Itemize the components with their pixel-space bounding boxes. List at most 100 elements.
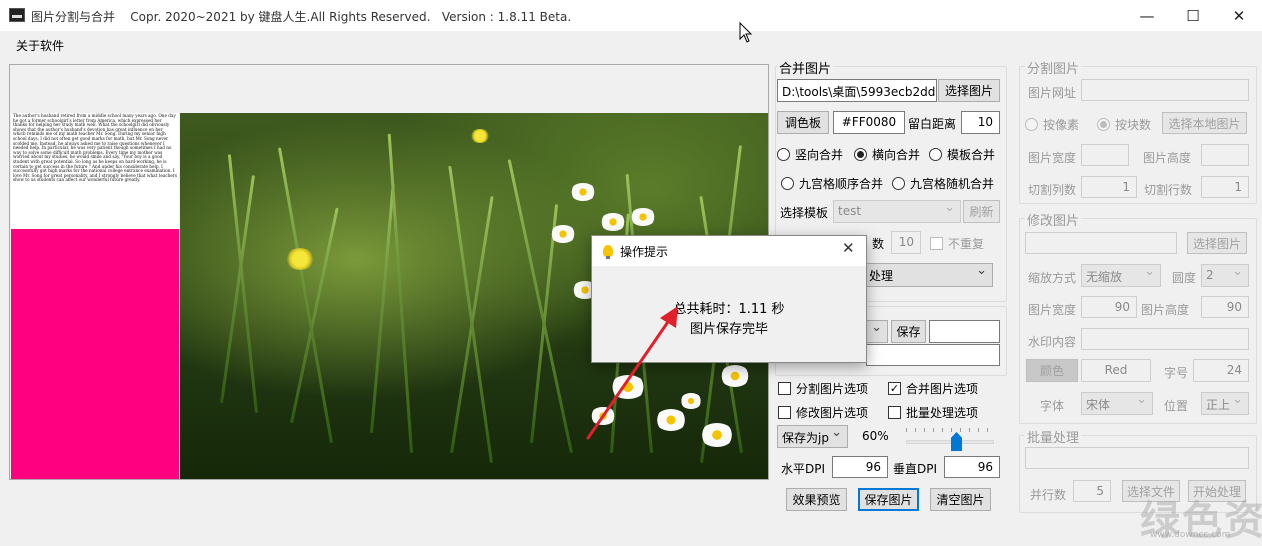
save-button[interactable]: 保存 [891, 320, 926, 343]
merge-group-title: 合并图片 [777, 58, 834, 77]
template-label: 选择模板 [780, 206, 829, 220]
roundness-select[interactable]: 2 [1201, 264, 1249, 287]
radio-dot-selected-icon [854, 148, 867, 161]
dialog-close-button[interactable]: ✕ [842, 239, 855, 257]
position-select[interactable]: 正上 [1201, 392, 1249, 415]
color-field[interactable]: #FF0080 [833, 111, 905, 134]
watermark-label: 水印内容 [1028, 335, 1077, 349]
copyright-text: Copr. 2020~2021 by 键盘人生.All Rights Reser… [130, 10, 431, 24]
margin-label: 留白距离 [908, 117, 957, 131]
window-title: 图片分割与合并 Copr. 2020~2021 by 键盘人生.All Righ… [31, 8, 571, 25]
dialog-title: 操作提示 [620, 245, 669, 259]
minimize-button[interactable]: — [1124, 0, 1170, 31]
version-text: Version : 1.8.11 Beta. [441, 10, 572, 24]
threads-label: 并行数 [1030, 488, 1067, 502]
merge-select-button[interactable]: 选择图片 [938, 79, 1000, 102]
annotation-arrow-icon [586, 306, 678, 440]
checkbox-icon [778, 406, 791, 419]
watermark-field[interactable] [1081, 328, 1249, 350]
merge-options-checkbox[interactable]: ✓ 合并图片选项 [888, 380, 978, 397]
merge-path-field[interactable]: D:\tools\桌面\5993ecb2dd. [777, 79, 937, 102]
split-width-field[interactable] [1081, 144, 1129, 166]
radio-dot-icon [1025, 118, 1038, 131]
quality-slider[interactable] [906, 440, 994, 444]
roundness-label: 圆度 [1172, 271, 1197, 285]
split-options-checkbox[interactable]: 分割图片选项 [778, 380, 868, 397]
hdpi-field[interactable]: 96 [832, 456, 888, 478]
modify-select-button[interactable]: 选择图片 [1187, 232, 1247, 254]
margin-field[interactable]: 10 [961, 111, 1000, 134]
scale-label: 缩放方式 [1028, 271, 1077, 285]
clear-images-button[interactable]: 清空图片 [930, 488, 991, 511]
quality-label: 60% [862, 429, 889, 443]
radio-grid-random[interactable]: 九宫格随机合并 [892, 175, 994, 192]
modify-height-label: 图片高度 [1141, 303, 1190, 317]
font-size-field[interactable]: 24 [1193, 359, 1249, 382]
radio-dot-icon [777, 148, 790, 161]
radio-dot-icon [929, 148, 942, 161]
template-select[interactable]: test [833, 200, 961, 223]
batch-options-checkbox[interactable]: 批量处理选项 [888, 404, 978, 421]
site-watermark-url: www.downcc.com [1150, 530, 1231, 540]
radio-vertical-merge[interactable]: 竖向合并 [777, 146, 843, 163]
hdpi-label: 水平DPI [781, 462, 826, 476]
maximize-button[interactable]: ☐ [1170, 0, 1216, 31]
menu-about[interactable]: 关于软件 [16, 37, 64, 54]
no-repeat-checkbox[interactable]: 不重复 [930, 235, 984, 252]
split-width-label: 图片宽度 [1028, 151, 1077, 165]
checkbox-icon [930, 237, 943, 250]
preview-effect-button[interactable]: 效果预览 [786, 488, 847, 511]
batch-path-field[interactable] [1025, 447, 1249, 469]
quality-slider-thumb[interactable] [951, 432, 962, 451]
position-label: 位置 [1164, 399, 1189, 413]
lightbulb-icon [603, 245, 613, 259]
format-small-select[interactable] [866, 320, 888, 343]
checkbox-icon [888, 406, 901, 419]
modify-height-field[interactable]: 90 [1201, 296, 1249, 318]
font-size-label: 字号 [1164, 366, 1189, 380]
save-name-field[interactable] [929, 320, 1000, 343]
process-select[interactable]: 处理 [864, 263, 993, 287]
save-path-field[interactable] [866, 344, 1000, 366]
split-height-label: 图片高度 [1143, 151, 1192, 165]
vdpi-field[interactable]: 96 [944, 456, 1000, 478]
app-title: 图片分割与合并 [31, 10, 116, 24]
threads-field[interactable]: 5 [1073, 480, 1111, 502]
save-image-button[interactable]: 保存图片 [858, 488, 919, 511]
split-cols-field[interactable]: 1 [1081, 176, 1137, 198]
radio-by-block[interactable]: 按块数 [1097, 116, 1151, 133]
scale-select[interactable]: 无缩放 [1081, 264, 1161, 287]
mouse-cursor-icon [739, 22, 753, 43]
color-button[interactable]: 颜色 [1026, 359, 1078, 382]
split-rows-field[interactable]: 1 [1201, 176, 1249, 198]
count-field[interactable]: 10 [891, 231, 921, 254]
radio-horizontal-merge[interactable]: 横向合并 [854, 146, 920, 163]
split-url-label: 图片网址 [1028, 86, 1077, 100]
modify-path-field[interactable] [1025, 232, 1177, 254]
radio-dot-icon [781, 177, 794, 190]
close-button[interactable]: ✕ [1216, 0, 1262, 31]
radio-by-pixel[interactable]: 按像素 [1025, 116, 1079, 133]
split-height-field[interactable] [1201, 144, 1249, 166]
modify-group-title: 修改图片 [1025, 210, 1082, 229]
modify-width-field[interactable]: 90 [1081, 296, 1137, 318]
count-label: 数 [872, 237, 885, 251]
quality-slider-ticks [906, 428, 994, 432]
format-select[interactable]: 保存为jp [777, 425, 848, 448]
radio-dot-selected-icon [1097, 118, 1110, 131]
split-url-field[interactable] [1081, 79, 1249, 101]
app-icon [9, 8, 25, 22]
color-value-field[interactable]: Red [1081, 359, 1151, 382]
radio-template-merge[interactable]: 模板合并 [929, 146, 995, 163]
radio-grid-sequential[interactable]: 九宫格顺序合并 [781, 175, 883, 192]
refresh-button[interactable]: 刷新 [963, 200, 1000, 223]
modify-options-checkbox[interactable]: 修改图片选项 [778, 404, 868, 421]
select-local-image-button[interactable]: 选择本地图片 [1162, 112, 1247, 134]
preview-margin-fill [11, 229, 179, 479]
checkmark-icon: ✓ [888, 382, 901, 395]
checkbox-icon [778, 382, 791, 395]
modify-width-label: 图片宽度 [1028, 303, 1077, 317]
palette-button[interactable]: 调色板 [777, 111, 829, 134]
vdpi-label: 垂直DPI [893, 462, 938, 476]
font-select[interactable]: 宋体 [1081, 392, 1153, 415]
